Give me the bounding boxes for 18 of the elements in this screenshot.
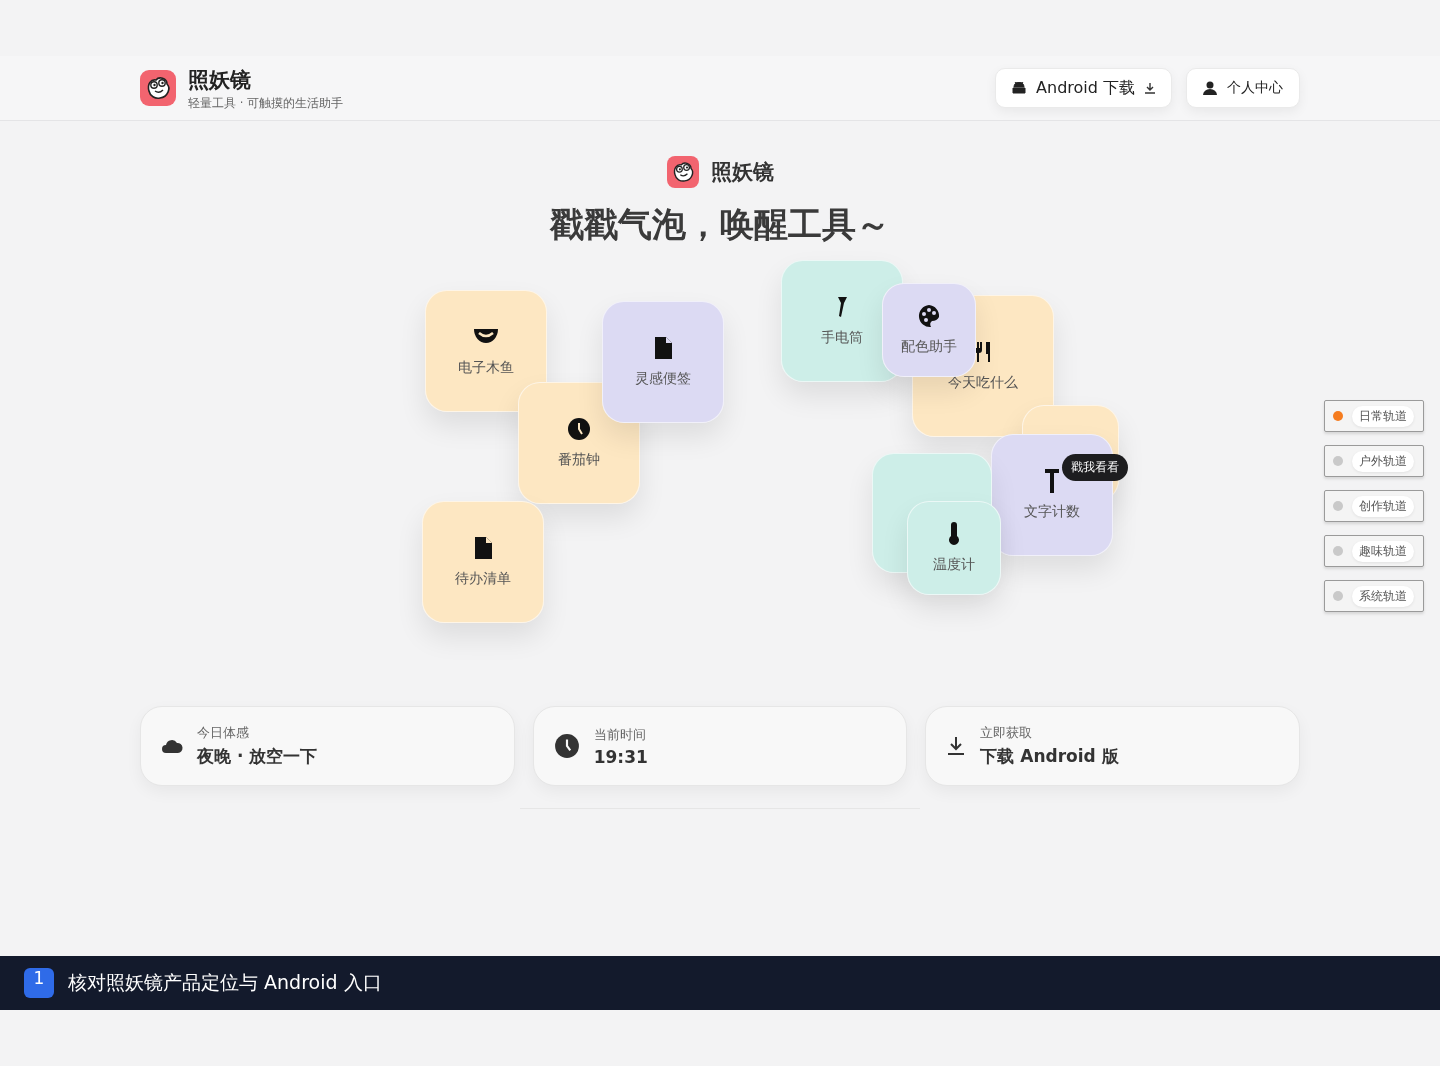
card-label: 立即获取 (980, 724, 1034, 742)
app-tagline: 轻量工具 · 可触摸的生活助手 (188, 95, 343, 111)
card-value: 夜晚 · 放空一下 (197, 745, 318, 768)
card-value: 下载 Android 版 (980, 745, 1119, 768)
card-label: 当前时间 (593, 725, 647, 744)
track-label: 户外轨道 (1352, 450, 1414, 472)
track-label: 系统轨道 (1352, 585, 1414, 607)
app-title: 照妖镜 (188, 66, 252, 94)
track-label: 趣味轨道 (1352, 540, 1414, 562)
step-number: 1 (24, 968, 54, 998)
card-label: 今日体感 (197, 724, 250, 742)
tooltip: 戳我看看 (1062, 454, 1128, 481)
hero-headline: 戳戳气泡，唤醒工具～ (550, 203, 890, 246)
track-label: 日常轨道 (1352, 405, 1414, 427)
hero-app-name: 照妖镜 (710, 159, 774, 186)
track-label: 创作轨道 (1352, 495, 1414, 517)
card-value: 19:31 (593, 746, 648, 767)
annotation-text: 核对照妖镜产品定位与 Android 入口 (68, 970, 382, 995)
